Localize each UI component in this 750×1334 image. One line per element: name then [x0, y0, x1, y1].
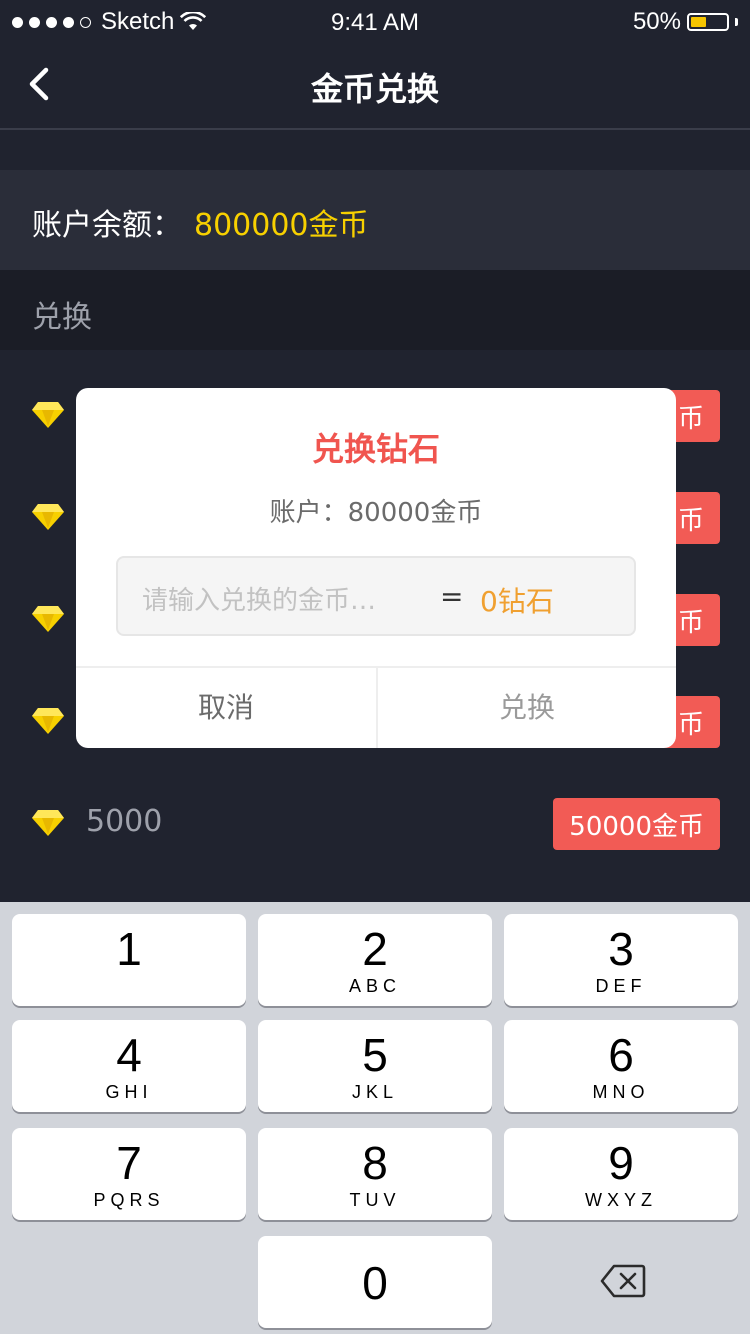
key-8[interactable]: 8 TUV [258, 1128, 492, 1220]
battery-fill [691, 17, 706, 27]
cancel-button[interactable]: 取消 [76, 668, 376, 748]
section-label: 兑换 [32, 300, 92, 335]
diamond-icon [32, 504, 64, 530]
exchange-dialog: 兑换钻石 账户：80000金币 请输入兑换的金币… = 0钻石 取消 兑换 [76, 388, 676, 748]
balance-label: 账户余额： [32, 208, 182, 243]
diamond-result: 0钻石 [480, 585, 554, 618]
diamond-icon [32, 708, 64, 734]
key-letters: WXYZ [585, 1190, 657, 1210]
key-6[interactable]: 6 MNO [504, 1020, 738, 1112]
key-number: 4 [116, 1029, 142, 1081]
confirm-exchange-button[interactable]: 兑换 [378, 668, 676, 748]
key-letters: MNO [592, 1082, 650, 1102]
equals-sign: = [440, 580, 464, 613]
price-button[interactable]: 50000金币 [553, 798, 720, 850]
item-amount: 5000 [86, 804, 163, 839]
battery-percent: 50% [632, 8, 681, 35]
backspace-icon [600, 1264, 646, 1298]
diamond-icon [32, 402, 64, 428]
page-title: 金币兑换 [310, 70, 439, 108]
key-5[interactable]: 5 JKL [258, 1020, 492, 1112]
key-letters: DEF [595, 976, 647, 996]
key-number: 8 [362, 1137, 388, 1189]
key-9[interactable]: 9 WXYZ [504, 1128, 738, 1220]
battery-icon [687, 13, 729, 31]
battery-tip [735, 18, 738, 26]
key-number: 0 [362, 1257, 388, 1309]
diamond-icon [32, 606, 64, 632]
key-letters: JKL [351, 1082, 399, 1102]
list-item: 5000 50000金币 [0, 772, 750, 874]
balance-row: 账户余额： 800000金币 [0, 170, 750, 270]
dialog-account: 账户：80000金币 [269, 498, 483, 528]
key-4[interactable]: 4 GHI [12, 1020, 246, 1112]
status-bar: Sketch 9:41 AM 50% [0, 0, 750, 44]
key-letters: PQRS [93, 1190, 165, 1210]
delete-key[interactable] [504, 1236, 738, 1328]
battery-group: 50% [633, 8, 738, 36]
key-letters: TUV [349, 1190, 401, 1210]
key-number: 5 [362, 1029, 388, 1081]
numeric-keyboard: 1 2 ABC 3 DEF 4 GHI 5 JKL 6 MNO 7 PQRS 8… [0, 902, 750, 1334]
key-7[interactable]: 7 PQRS [12, 1128, 246, 1220]
key-letters: ABC [348, 976, 401, 996]
key-number: 9 [608, 1137, 634, 1189]
dialog-title: 兑换钻石 [311, 430, 440, 468]
key-letters: GHI [105, 1082, 153, 1102]
coin-amount-input[interactable]: 请输入兑换的金币… = 0钻石 [116, 556, 636, 636]
key-3[interactable]: 3 DEF [504, 914, 738, 1006]
balance-value: 800000金币 [194, 208, 369, 243]
key-number: 3 [608, 923, 634, 975]
key-0[interactable]: 0 [258, 1236, 492, 1328]
key-number: 6 [608, 1029, 634, 1081]
input-placeholder: 请输入兑换的金币… [142, 586, 377, 616]
key-1[interactable]: 1 [12, 914, 246, 1006]
key-number: 2 [362, 923, 388, 975]
key-number: 7 [116, 1137, 142, 1189]
diamond-icon [32, 810, 64, 836]
nav-bar: 金币兑换 [0, 44, 750, 130]
key-number: 1 [116, 923, 142, 975]
key-2[interactable]: 2 ABC [258, 914, 492, 1006]
section-header: 兑换 [0, 270, 750, 350]
